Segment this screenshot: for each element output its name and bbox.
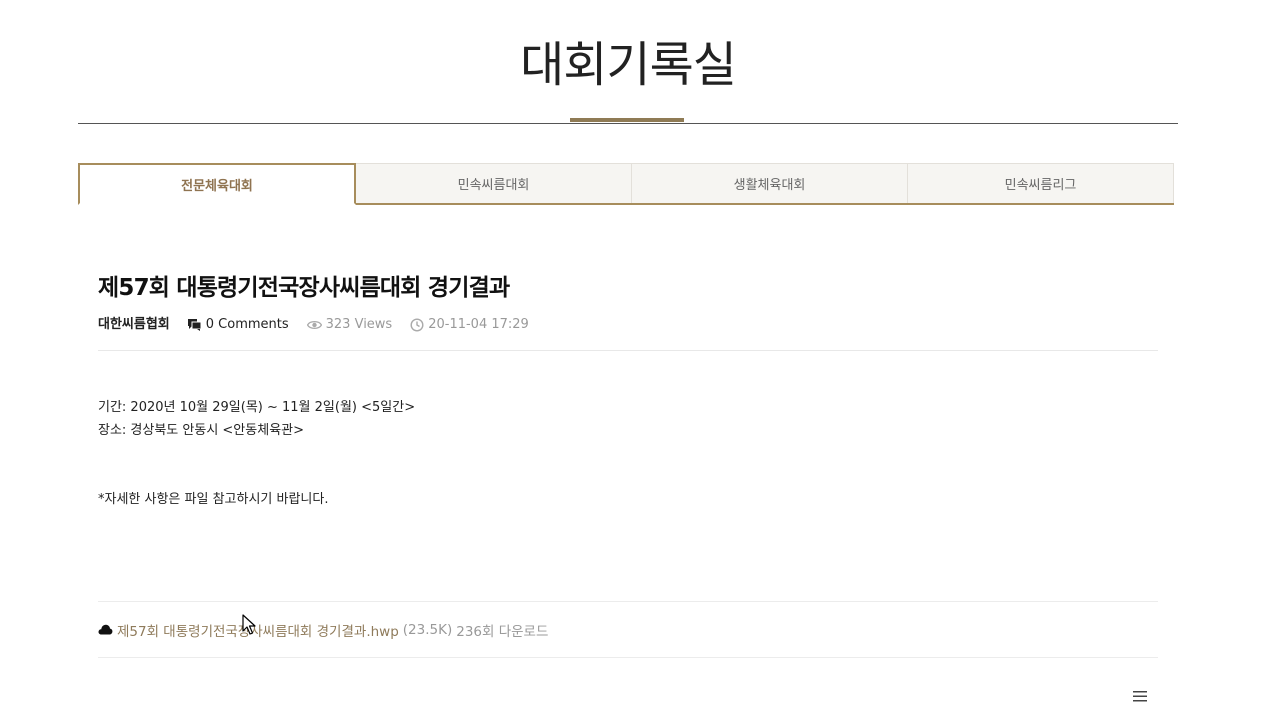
tab-folk-ssireum-league[interactable]: 민속씨름리그 <box>908 163 1174 203</box>
comments-icon <box>187 319 202 331</box>
attachment-link[interactable]: 제57회 대통령기전국장사씨름대회 경기결과.hwp <box>117 620 399 640</box>
tab-folk-ssireum[interactable]: 민속씨름대회 <box>356 163 632 203</box>
post-body: 기간: 2020년 10월 29일(목) ~ 11월 2일(월) <5일간> 장… <box>98 396 1158 511</box>
date-text: 20-11-04 17:29 <box>428 317 529 332</box>
attachment-box: 제57회 대통령기전국장사씨름대회 경기결과.hwp (23.5K) 236회 … <box>98 601 1158 658</box>
views-count: 323 Views <box>325 317 393 332</box>
page-header: 대회기록실 <box>78 0 1178 124</box>
title-underline <box>570 118 684 122</box>
post-author[interactable]: 대한씨름협회 <box>98 316 170 334</box>
category-tabs: 전문체육대회 민속씨름대회 생활체육대회 민속씨름리그 <box>78 163 1174 205</box>
post-meta: 대한씨름협회 0 Comments 323 Views 20-11-04 17:… <box>98 316 1158 351</box>
attachment-size: (23.5K) <box>402 621 453 638</box>
hamburger-menu-icon[interactable] <box>1132 688 1148 702</box>
tab-lifestyle-sports[interactable]: 생활체육대회 <box>632 163 908 203</box>
comments-count: 0 Comments <box>205 317 289 332</box>
post-views: 323 Views <box>306 316 393 334</box>
cloud-download-icon <box>98 624 113 635</box>
post-title: 제57회 대통령기전국장사씨름대회 경기결과 <box>98 275 510 301</box>
page-title: 대회기록실 <box>520 37 737 93</box>
body-note: *자세한 사항은 파일 참고하시기 바랍니다. <box>98 492 329 507</box>
body-period: 기간: 2020년 10월 29일(목) ~ 11월 2일(월) <5일간> <box>98 400 416 415</box>
body-place: 장소: 경상북도 안동시 <안동체육관> <box>98 423 305 438</box>
clock-icon <box>410 318 424 332</box>
eye-icon <box>306 320 322 330</box>
attachment-downloads: 236회 다운로드 <box>456 623 549 640</box>
post-comments: 0 Comments <box>187 316 289 334</box>
post-date: 20-11-04 17:29 <box>410 316 529 334</box>
tab-professional-sports[interactable]: 전문체육대회 <box>78 163 356 205</box>
